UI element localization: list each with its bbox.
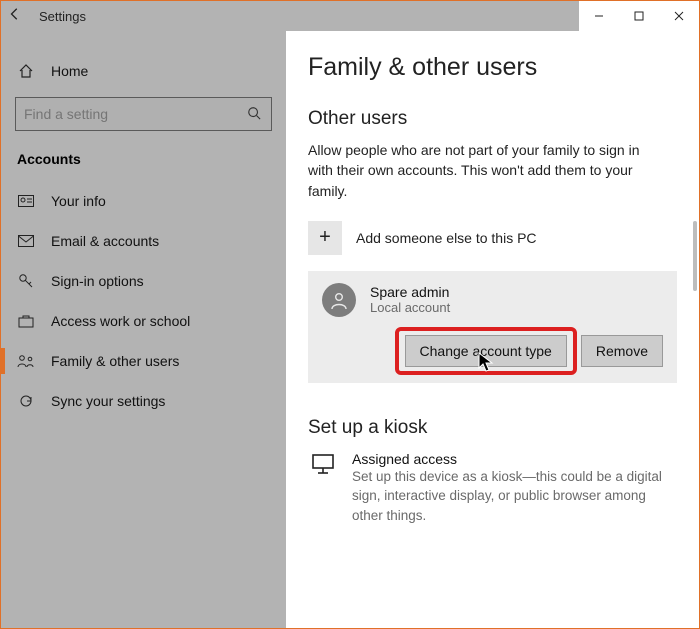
sidebar-item-label: Access work or school [51, 313, 190, 329]
other-users-desc: Allow people who are not part of your fa… [308, 140, 668, 201]
sidebar-home-label: Home [51, 63, 88, 79]
home-icon [17, 63, 35, 79]
search-input[interactable] [16, 106, 237, 122]
monitor-icon [308, 451, 338, 526]
window-body: Home Accounts Your info Email & accou [1, 31, 699, 628]
sidebar-item-email[interactable]: Email & accounts [1, 221, 286, 261]
close-button[interactable] [659, 1, 699, 31]
key-icon [17, 273, 35, 289]
sidebar-section-header: Accounts [1, 147, 286, 181]
sidebar-item-label: Your info [51, 193, 106, 209]
sidebar-item-label: Sync your settings [51, 393, 165, 409]
other-users-header: Other users [308, 108, 677, 130]
assigned-access-title: Assigned access [352, 451, 672, 467]
scrollbar[interactable] [693, 221, 697, 291]
titlebar: Settings [1, 1, 699, 31]
sidebar-item-signin[interactable]: Sign-in options [1, 261, 286, 301]
window-title: Settings [39, 9, 86, 24]
sidebar-item-sync[interactable]: Sync your settings [1, 381, 286, 421]
user-actions: Change account type Remove [322, 335, 663, 367]
sidebar-item-family[interactable]: Family & other users [1, 341, 286, 381]
sidebar-item-your-info[interactable]: Your info [1, 181, 286, 221]
add-user-label: Add someone else to this PC [356, 230, 537, 246]
sidebar-item-label: Sign-in options [51, 273, 144, 289]
page-title: Family & other users [308, 53, 677, 82]
add-user-row[interactable]: + Add someone else to this PC [308, 221, 677, 255]
sidebar-home[interactable]: Home [1, 51, 286, 91]
sidebar-item-work-school[interactable]: Access work or school [1, 301, 286, 341]
change-account-type-button[interactable]: Change account type [405, 335, 567, 367]
people-icon [17, 354, 35, 368]
sidebar: Home Accounts Your info Email & accou [1, 31, 286, 628]
user-name: Spare admin [370, 284, 450, 300]
kiosk-section: Set up a kiosk Assigned access Set up th… [308, 417, 677, 526]
minimize-button[interactable] [579, 1, 619, 31]
search-box[interactable] [15, 97, 272, 131]
content-pane: Family & other users Other users Allow p… [286, 31, 699, 628]
sync-icon [17, 393, 35, 409]
remove-user-button[interactable]: Remove [581, 335, 663, 367]
user-card: Spare admin Local account Change account… [308, 271, 677, 383]
sidebar-item-label: Family & other users [51, 353, 179, 369]
avatar-icon [322, 283, 356, 317]
search-icon [237, 106, 271, 123]
caption-buttons [579, 1, 699, 31]
plus-icon: + [308, 221, 342, 255]
assigned-access-desc: Set up this device as a kiosk—this could… [352, 467, 672, 526]
back-button[interactable] [1, 7, 29, 26]
maximize-button[interactable] [619, 1, 659, 31]
assigned-access-row[interactable]: Assigned access Set up this device as a … [308, 451, 677, 526]
person-card-icon [17, 195, 35, 207]
user-type: Local account [370, 300, 450, 315]
briefcase-icon [17, 314, 35, 328]
user-header[interactable]: Spare admin Local account [322, 283, 663, 317]
kiosk-header: Set up a kiosk [308, 417, 677, 439]
settings-window: Settings Home Accounts [0, 0, 700, 629]
sidebar-item-label: Email & accounts [51, 233, 159, 249]
mail-icon [17, 235, 35, 247]
